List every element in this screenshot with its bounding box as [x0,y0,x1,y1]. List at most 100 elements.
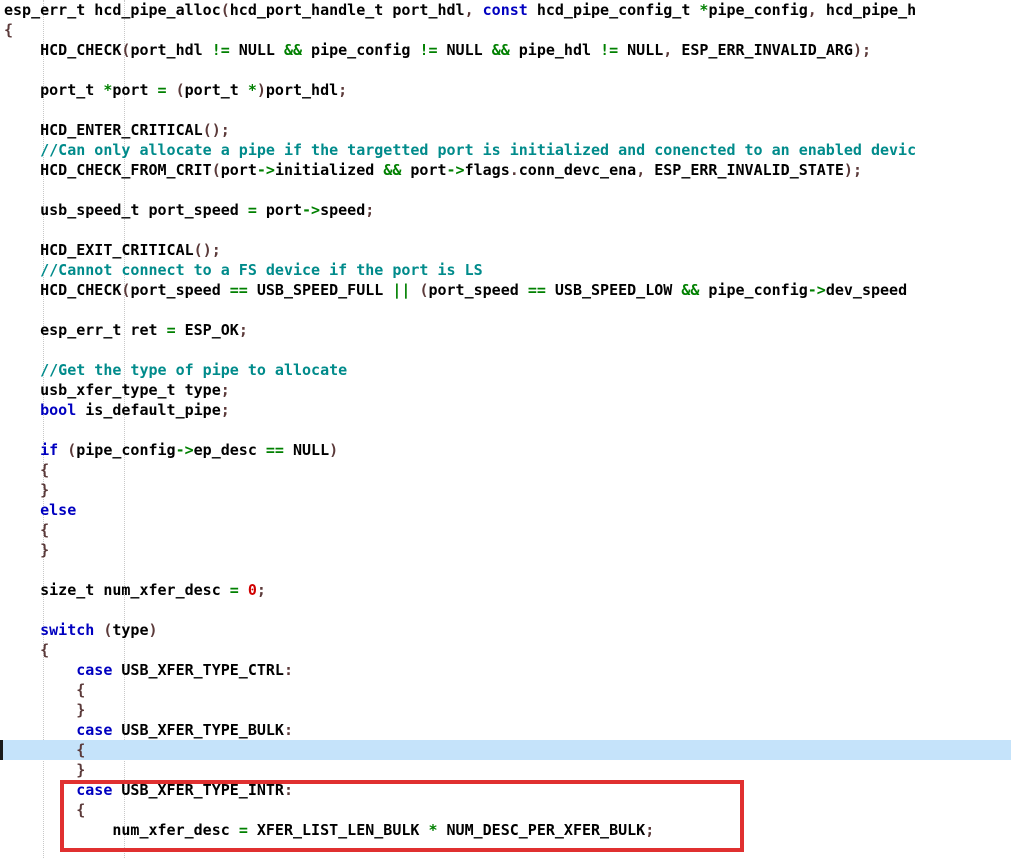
code-token-punct: ) [329,441,339,459]
code-token-punct: : [283,781,293,799]
code-token-plain: pipe_config [76,441,176,459]
code-line[interactable] [2,220,1011,240]
code-line[interactable]: //Get the type of pipe to allocate [2,360,1011,380]
code-line[interactable]: else [2,500,1011,520]
code-token-operator: * [247,81,257,99]
code-line[interactable] [2,600,1011,620]
code-token-plain: hcd_pipe_config_t [527,1,700,19]
code-line[interactable]: case USB_XFER_TYPE_INTR: [2,780,1011,800]
code-line[interactable] [2,60,1011,80]
code-line[interactable]: { [2,740,1011,760]
code-token-plain: esp_err_t hcd_pipe_alloc [4,1,221,19]
code-token-operator: = [238,821,248,839]
code-line[interactable]: //Cannot connect to a FS device if the p… [2,260,1011,280]
code-line[interactable]: { [2,520,1011,540]
code-line[interactable]: case USB_XFER_TYPE_BULK: [2,720,1011,740]
code-line[interactable]: switch (type) [2,620,1011,640]
code-line[interactable]: esp_err_t hcd_pipe_alloc(hcd_port_handle… [2,0,1011,20]
code-token-operator: -> [807,281,826,299]
code-token-punct: ( [202,121,212,139]
code-token-operator: != [600,41,619,59]
code-line[interactable]: } [2,700,1011,720]
code-token-plain: pipe_config [708,1,808,19]
code-line[interactable]: { [2,800,1011,820]
code-token-plain: ESP_ERR_INVALID_STATE [645,161,844,179]
code-line[interactable]: { [2,460,1011,480]
code-token-plain: HCD_EXIT_CRITICAL [4,241,194,259]
code-line[interactable] [2,100,1011,120]
code-token-keyword: bool [40,401,77,419]
text-caret [0,740,3,760]
code-line[interactable]: bool is_default_pipe; [2,400,1011,420]
code-line[interactable]: size_t num_xfer_desc = 0; [2,580,1011,600]
code-token-punct: ) [256,81,266,99]
code-line[interactable]: case USB_XFER_TYPE_CTRL: [2,660,1011,680]
code-token-operator: == [265,441,284,459]
code-token-plain: port [220,161,257,179]
code-token-punct: ) [211,121,221,139]
code-text-surface[interactable]: esp_err_t hcd_pipe_alloc(hcd_port_handle… [2,0,1011,840]
code-line[interactable]: } [2,760,1011,780]
code-token-plain: speed [320,201,366,219]
code-line[interactable] [2,340,1011,360]
code-line[interactable]: usb_speed_t port_speed = port->speed; [2,200,1011,220]
code-token-brace: { [76,681,86,699]
code-token-punct: ) [148,621,158,639]
code-editor-viewport[interactable]: esp_err_t hcd_pipe_alloc(hcd_port_handle… [0,0,1011,858]
code-line[interactable] [2,560,1011,580]
code-token-plain: initialized [274,161,384,179]
code-line[interactable]: //Can only allocate a pipe if the target… [2,140,1011,160]
code-token-punct: ( [175,81,185,99]
code-token-plain: USB_SPEED_FULL [247,281,393,299]
code-token-brace: { [76,741,86,759]
code-line[interactable]: HCD_CHECK(port_hdl != NULL && pipe_confi… [2,40,1011,60]
code-token-brace: } [76,701,86,719]
code-token-operator: -> [446,161,465,179]
code-line[interactable]: port_t *port = (port_t *)port_hdl; [2,80,1011,100]
code-line[interactable]: HCD_CHECK_FROM_CRIT(port->initialized &&… [2,160,1011,180]
code-token-punct: ) [852,41,862,59]
code-line[interactable]: usb_xfer_type_t type; [2,380,1011,400]
code-token-keyword: const [482,1,528,19]
code-line[interactable] [2,420,1011,440]
code-token-operator: != [419,41,438,59]
code-token-punct: ( [220,1,230,19]
code-line[interactable]: esp_err_t ret = ESP_OK; [2,320,1011,340]
code-line[interactable]: HCD_ENTER_CRITICAL(); [2,120,1011,140]
code-token-punct: ; [211,241,221,259]
code-line[interactable]: { [2,20,1011,40]
code-token-brace: } [76,761,86,779]
code-line[interactable]: num_xfer_desc = XFER_LIST_LEN_BULK * NUM… [2,820,1011,840]
code-line[interactable]: HCD_CHECK(port_speed == USB_SPEED_FULL |… [2,280,1011,300]
code-token-plain: USB_XFER_TYPE_INTR [112,781,284,799]
code-token-operator: == [527,281,546,299]
code-line[interactable]: } [2,480,1011,500]
code-line[interactable] [2,180,1011,200]
code-line[interactable]: } [2,540,1011,560]
code-token-punct: : [283,661,293,679]
code-token-operator: && [491,41,510,59]
code-token-plain: port_t [4,81,104,99]
code-line[interactable]: HCD_EXIT_CRITICAL(); [2,240,1011,260]
code-token-keyword: else [40,501,77,519]
code-token-plain: hcd_pipe_h [816,1,917,19]
code-token-plain: USB_XFER_TYPE_CTRL [112,661,284,679]
code-line[interactable] [2,300,1011,320]
code-token-punct: ( [193,241,203,259]
code-token-plain: port_hdl [265,81,339,99]
code-token-plain: port_speed [130,281,230,299]
code-token-plain: port_t [184,81,248,99]
code-line[interactable]: if (pipe_config->ep_desc == NULL) [2,440,1011,460]
code-token-plain: port [401,161,447,179]
code-line[interactable]: { [2,640,1011,660]
code-token-operator: = [157,81,167,99]
code-line[interactable]: { [2,680,1011,700]
